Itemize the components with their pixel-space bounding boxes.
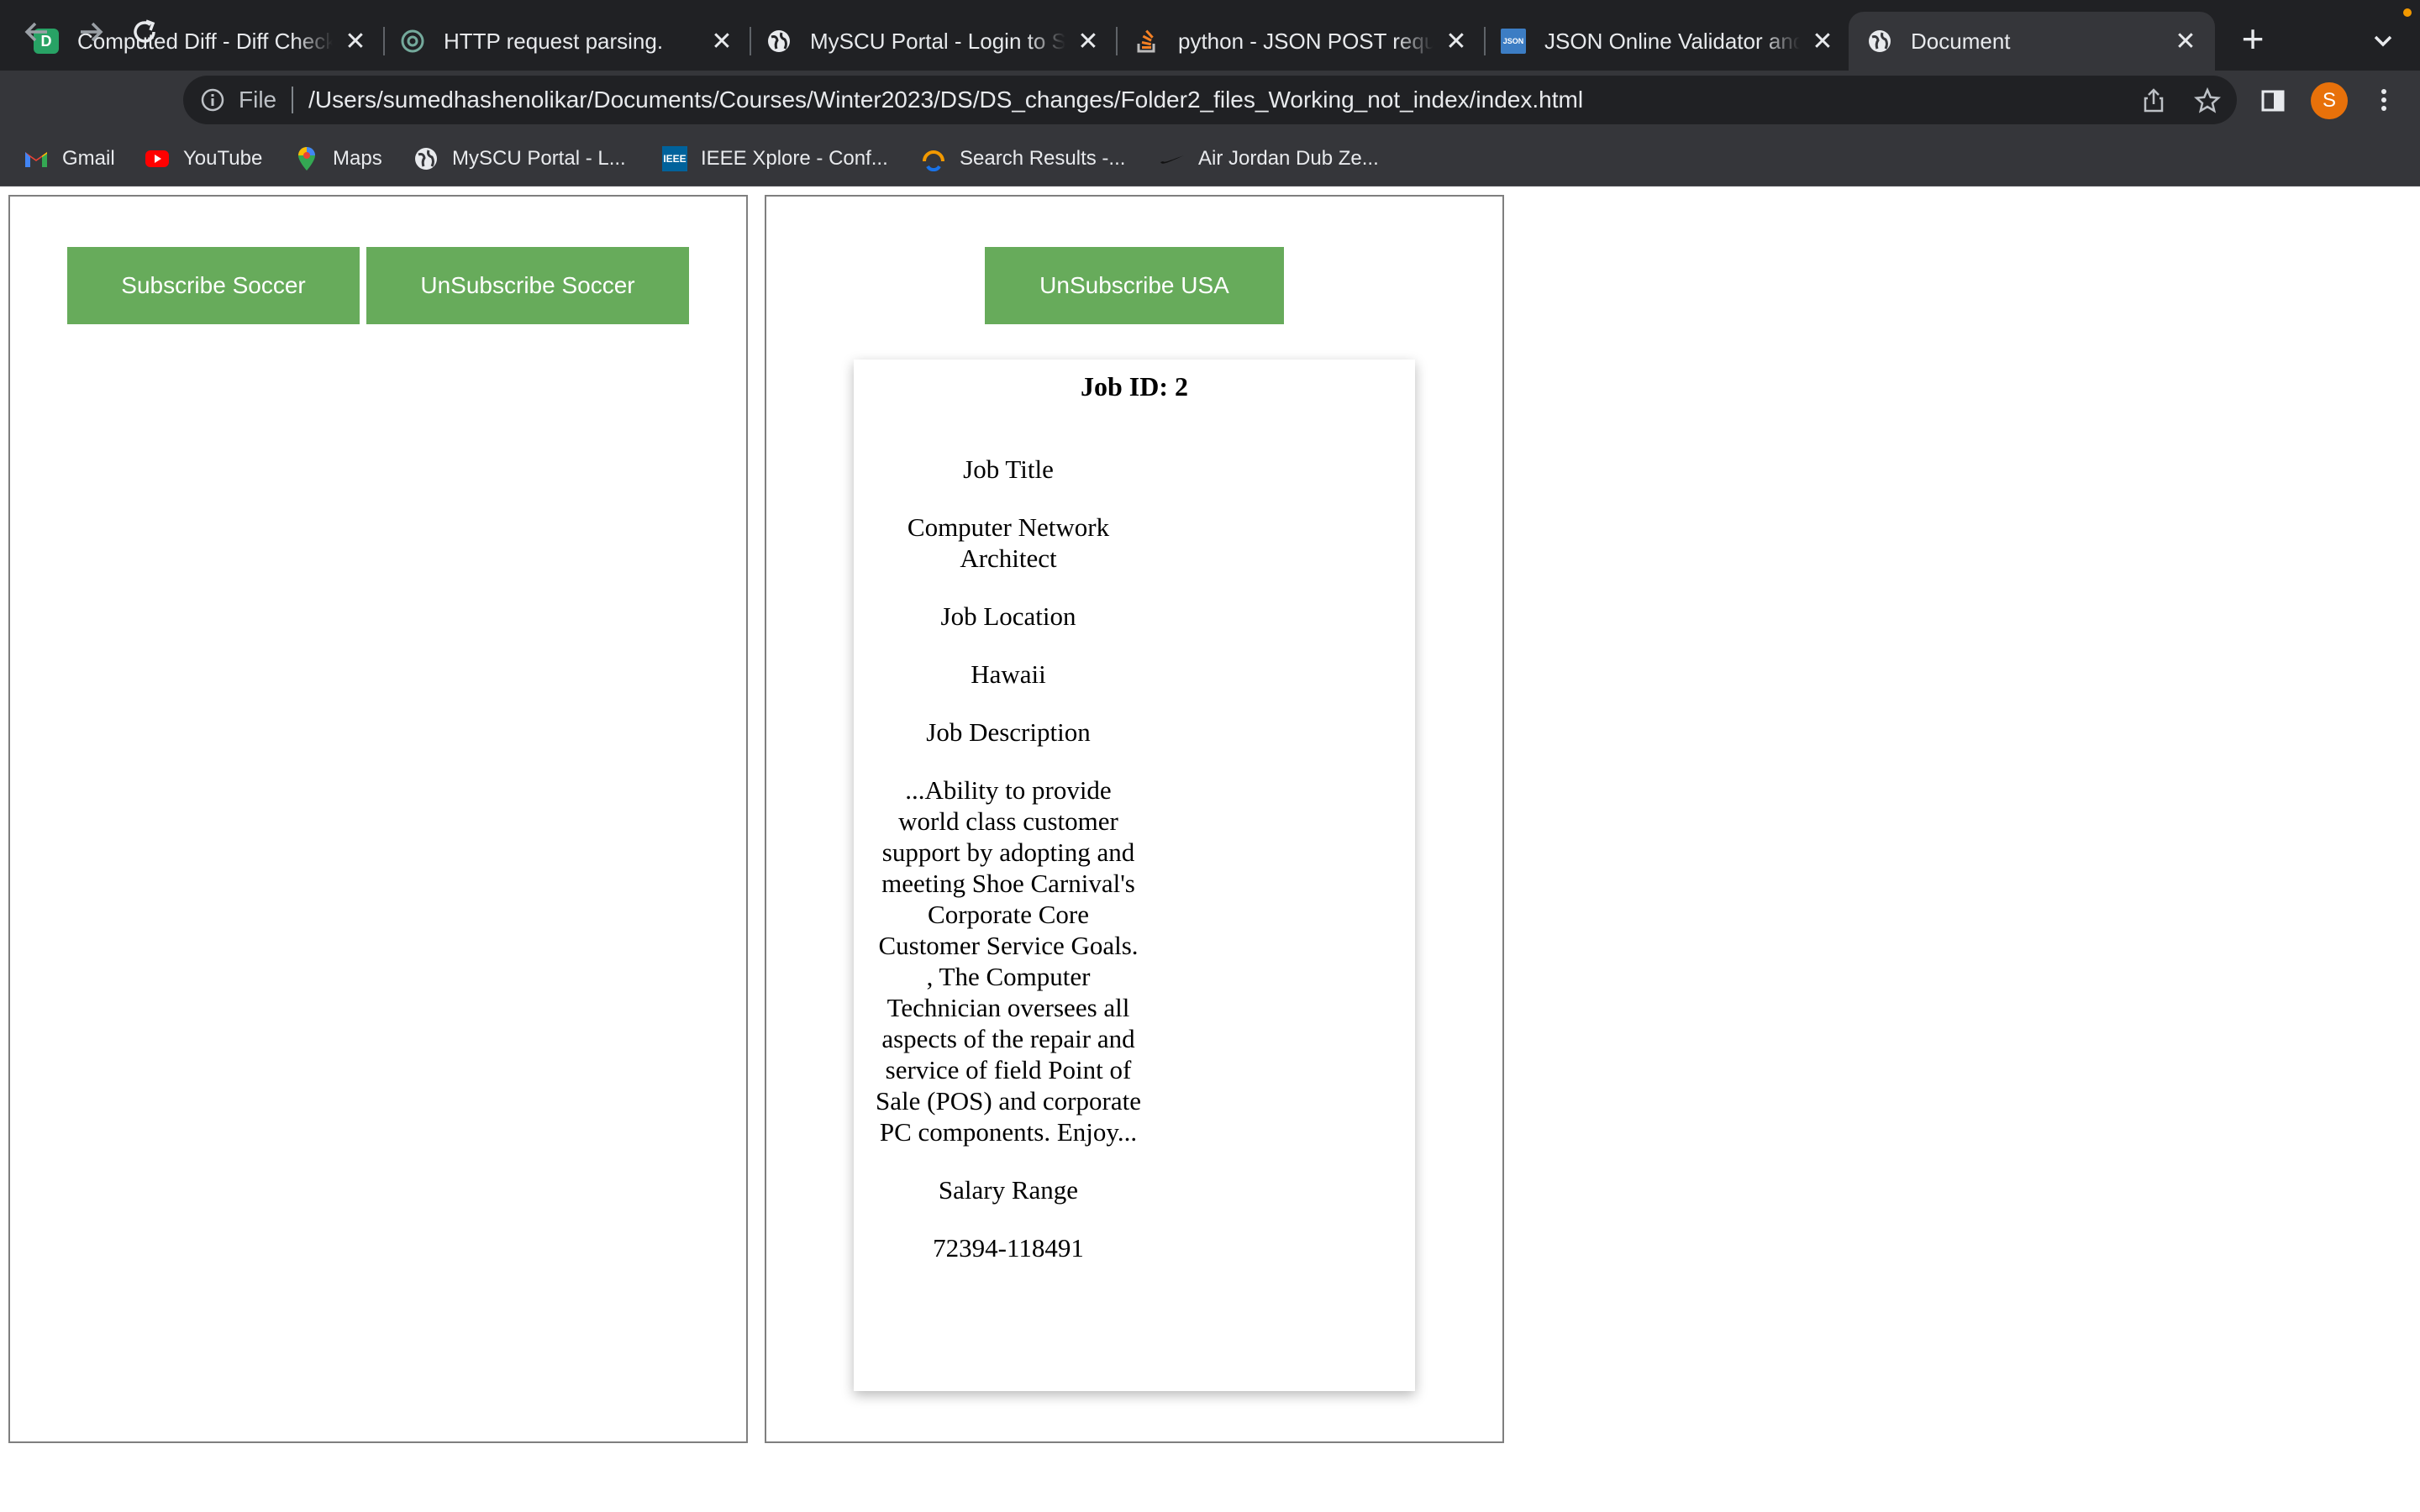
job-id-heading: Job ID: 2	[1080, 371, 1188, 402]
gmail-icon	[24, 146, 49, 171]
tab-title: python - JSON POST request	[1178, 28, 1434, 54]
maps-icon	[294, 146, 319, 171]
bookmark-label: MySCU Portal - L...	[452, 147, 626, 170]
star-icon	[2193, 87, 2222, 113]
left-subscription-panel	[8, 195, 748, 1443]
new-tab-button[interactable]: +	[2235, 19, 2270, 58]
bookmark-label: Maps	[333, 147, 382, 170]
tab-myscu[interactable]: MySCU Portal - Login to Santa Clara ✕	[766, 12, 1102, 71]
tab-title: Document	[1911, 28, 2011, 54]
chevron-down-icon	[2374, 35, 2392, 47]
bookmark-search-results[interactable]: Search Results -...	[921, 144, 1125, 173]
nike-icon	[1160, 146, 1185, 171]
bookmark-label: YouTube	[183, 147, 263, 170]
job-title-label: Job Title	[963, 454, 1054, 484]
search-results-icon	[921, 146, 946, 171]
share-icon	[2144, 88, 2164, 113]
tab-separator	[1484, 27, 1486, 55]
bookmark-myscu[interactable]: MySCU Portal - L...	[413, 144, 626, 173]
job-card: Job ID: 2 Job Title Computer Network Arc…	[854, 360, 1415, 1391]
globe-icon	[766, 29, 792, 54]
tab-separator	[383, 27, 385, 55]
url-text[interactable]: /Users/sumedhashenolikar/Documents/Cours…	[308, 87, 1583, 113]
globe-icon	[1867, 29, 1892, 54]
forward-button[interactable]	[74, 15, 108, 49]
arrow-left-icon	[24, 22, 47, 42]
bookmark-label: Search Results -...	[960, 147, 1126, 170]
info-icon[interactable]	[200, 87, 225, 113]
tab-http-request[interactable]: HTTP request parsing. ✕	[400, 12, 736, 71]
job-description-value: ...Ability to provide world class custom…	[876, 775, 1141, 1147]
salary-range-label: Salary Range	[938, 1175, 1079, 1205]
youtube-icon	[145, 146, 170, 171]
url-divider	[292, 87, 294, 113]
job-description-label: Job Description	[926, 717, 1091, 747]
bookmark-label: IEEE Xplore - Conf...	[701, 147, 888, 170]
chatgpt-icon	[400, 29, 425, 54]
close-icon[interactable]: ✕	[1808, 27, 1837, 55]
tab-document[interactable]: Document ✕	[1849, 12, 2215, 71]
close-icon[interactable]: ✕	[1074, 27, 1102, 55]
menu-button[interactable]	[2370, 86, 2398, 114]
arrow-right-icon	[81, 22, 103, 42]
job-location-label: Job Location	[940, 601, 1076, 631]
job-title-value: Computer Network Architect	[907, 512, 1110, 573]
subscribe-soccer-button[interactable]: Subscribe Soccer	[67, 247, 360, 324]
back-button[interactable]	[20, 15, 54, 49]
close-icon[interactable]: ✕	[1442, 27, 1470, 55]
bookmark-youtube[interactable]: YouTube	[145, 144, 262, 173]
tab-title: HTTP request parsing.	[444, 28, 664, 54]
bookmark-star-button[interactable]	[2193, 87, 2222, 115]
bookmark-label: Air Jordan Dub Ze...	[1198, 147, 1379, 170]
tab-title: Computed Diff - Diff Checker	[77, 28, 333, 54]
json-icon: JSON	[1501, 29, 1526, 54]
job-location-value: Hawaii	[971, 659, 1046, 689]
tab-json-validator[interactable]: JSON JSON Online Validator and Formatter…	[1501, 12, 1837, 71]
globe-icon	[413, 146, 439, 171]
update-indicator	[2403, 8, 2412, 17]
more-vert-icon	[2381, 89, 2386, 111]
tab-separator	[1116, 27, 1118, 55]
ieee-icon: IEEE	[662, 146, 687, 171]
unsubscribe-usa-button[interactable]: UnSubscribe USA	[985, 247, 1284, 324]
unsubscribe-soccer-button[interactable]: UnSubscribe Soccer	[366, 247, 689, 324]
bookmark-ieee[interactable]: IEEE IEEE Xplore - Conf...	[662, 144, 888, 173]
salary-range-value: 72394-118491	[933, 1233, 1084, 1263]
reload-button[interactable]	[128, 15, 161, 49]
bookmark-gmail[interactable]: Gmail	[24, 144, 115, 173]
bookmark-label: Gmail	[62, 147, 115, 170]
tab-stackoverflow[interactable]: python - JSON POST request ✕	[1134, 12, 1470, 71]
side-panel-icon	[2261, 90, 2285, 112]
bookmark-air-jordan[interactable]: Air Jordan Dub Ze...	[1160, 144, 1379, 173]
close-icon[interactable]: ✕	[2171, 27, 2200, 55]
reload-icon	[134, 19, 155, 43]
tab-title: MySCU Portal - Login to Santa Clara	[810, 28, 1065, 54]
job-details: Job Title Computer Network Architect Job…	[876, 454, 1141, 1290]
address-bar[interactable]: File /Users/sumedhashenolikar/Documents/…	[183, 76, 2237, 124]
tab-separator	[750, 27, 751, 55]
stackoverflow-icon	[1134, 29, 1160, 54]
close-icon[interactable]: ✕	[341, 27, 370, 55]
side-panel-button[interactable]	[2259, 87, 2287, 115]
share-button[interactable]	[2139, 87, 2168, 115]
bookmark-maps[interactable]: Maps	[294, 144, 382, 173]
url-scheme: File	[239, 87, 277, 113]
tab-search-button[interactable]	[2368, 25, 2398, 55]
close-icon[interactable]: ✕	[708, 27, 736, 55]
tab-title: JSON Online Validator and Formatter	[1544, 28, 1800, 54]
profile-avatar[interactable]: S	[2311, 82, 2348, 119]
